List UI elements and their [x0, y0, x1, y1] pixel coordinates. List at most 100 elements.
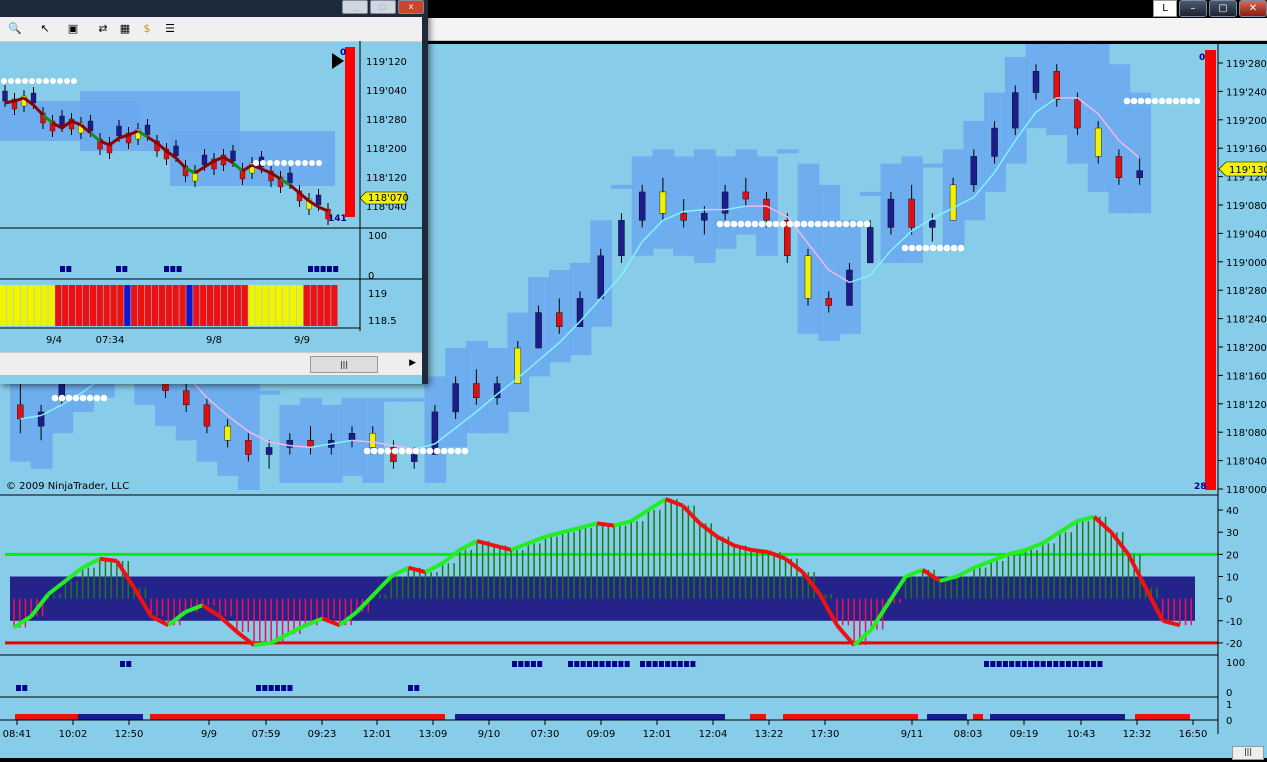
signal-dot	[744, 220, 752, 228]
mini-window-controls: _ □ x	[340, 0, 424, 14]
oscillator-line	[390, 565, 410, 579]
candle-body	[825, 298, 832, 306]
oscillator-line	[476, 539, 495, 548]
mini-candle-body	[2, 90, 8, 102]
mini-window-titlebar[interactable]: _ □ x	[0, 0, 428, 17]
candle-body	[949, 184, 957, 221]
close-button[interactable]: ✕	[1239, 0, 1267, 17]
mini-chart-window[interactable]: _ □ x 🔍 ↖ ▣ ⇄ ▦ $ ☰ 119'120 119'040 118'28…	[0, 0, 428, 384]
mini-candle-body	[59, 115, 65, 127]
signal-dot	[86, 394, 94, 402]
candle-body	[1053, 71, 1060, 100]
price-tick-label: 119'200	[1226, 116, 1267, 127]
candle-body	[970, 156, 978, 186]
mini-close-button[interactable]: x	[398, 0, 424, 14]
oscillator-line	[493, 543, 512, 552]
trend-bar	[990, 714, 1125, 720]
signal-dot	[723, 220, 731, 228]
indicator-square	[1021, 661, 1027, 667]
indicator-square	[1097, 661, 1103, 667]
mini-maximize-button[interactable]: □	[370, 0, 396, 14]
candle-body	[618, 220, 625, 257]
osc-tick-label: 20	[1226, 550, 1239, 561]
indicator-square	[646, 661, 652, 667]
mini-scrollbar[interactable]: ||| ▶	[0, 352, 422, 375]
trend-bar	[973, 714, 983, 720]
data-box-icon[interactable]: ⇄	[96, 22, 110, 36]
mini-signal-dot	[302, 160, 308, 166]
indicator-square	[408, 685, 413, 691]
candle-body	[991, 127, 998, 157]
candle-body	[659, 191, 667, 214]
mini-colored-bar	[82, 285, 90, 326]
mini-chart-svg: 119'120 119'040 118'280 118'200 118'120 118'0…	[0, 41, 422, 346]
indicator-square	[22, 685, 28, 691]
scroll-right-icon[interactable]: ▶	[409, 358, 416, 368]
mini-price-tick: 118'120	[366, 173, 407, 184]
magnifier-icon[interactable]: 🔍	[8, 22, 22, 36]
price-marker-label: 119'130	[1229, 165, 1267, 176]
signal-dot	[1172, 97, 1180, 105]
oscillator-line	[681, 504, 702, 525]
mini-colored-bar	[172, 285, 179, 326]
mini-colored-bar	[75, 285, 83, 326]
time-tick-label: 12:04	[699, 729, 728, 740]
mini-ma-segment	[317, 205, 329, 213]
mini-colored-bar	[227, 285, 234, 326]
mini-minimize-button[interactable]: _	[342, 0, 368, 14]
mini-signal-dot	[295, 160, 301, 166]
mini-ma-segment	[4, 99, 15, 105]
oscillator-line	[407, 565, 426, 575]
signal-dot	[828, 220, 836, 228]
mini-scroll-thumb[interactable]: |||	[310, 356, 378, 373]
candle-body	[763, 198, 770, 221]
properties-icon[interactable]: ☰	[163, 22, 177, 36]
mini-colored-bar	[131, 285, 138, 326]
price-tick-label: 118'280	[1226, 286, 1267, 297]
oscillator-line	[596, 521, 615, 528]
mini-candle-body	[287, 172, 293, 184]
currency-icon[interactable]: $	[140, 22, 154, 36]
zoom-box-icon[interactable]: ▣	[66, 22, 80, 36]
language-button[interactable]: L	[1153, 0, 1177, 17]
signal-dot	[419, 447, 427, 455]
mini-colored-bar	[0, 285, 7, 326]
signal-dot	[758, 220, 766, 228]
signal-dot	[412, 447, 420, 455]
oscillator-line	[904, 567, 924, 579]
mini-colored-bar	[248, 285, 255, 326]
price-tick-label: 119'000	[1226, 258, 1267, 269]
indicator-square	[1059, 661, 1065, 667]
mini-bar-tick: 119	[368, 289, 387, 300]
oscillator-line	[544, 530, 564, 539]
band-segment	[922, 163, 944, 168]
time-tick-label: 07:30	[531, 729, 560, 740]
minimize-button[interactable]: –	[1179, 0, 1207, 17]
chart-style-icon[interactable]: ▦	[118, 22, 132, 36]
oscillator-line	[613, 519, 632, 528]
cursor-icon[interactable]: ↖	[38, 22, 52, 36]
maximize-button[interactable]: ▢	[1209, 0, 1237, 17]
oscillator-line	[81, 557, 101, 570]
signal-dot	[72, 394, 80, 402]
mini-time-tick: 9/4	[46, 335, 62, 346]
oscillator-line	[1041, 530, 1061, 545]
mini-indicator-square	[308, 266, 313, 272]
mini-signal-dot	[71, 78, 77, 84]
oscillator-line	[424, 561, 444, 574]
trend-bar	[927, 714, 967, 720]
signal-dot	[950, 244, 958, 252]
candle-body	[1115, 156, 1123, 178]
ind3-tick-label: 1	[1226, 700, 1232, 711]
indicator-square	[1028, 661, 1034, 667]
candle-body	[265, 447, 273, 455]
candle-body	[908, 198, 915, 228]
mini-time-tick: 07:34	[96, 335, 125, 346]
candle-body	[1136, 170, 1143, 178]
signal-dot	[849, 220, 857, 228]
signal-dot	[751, 220, 759, 228]
mini-colored-bar	[6, 285, 14, 326]
mini-colored-bar	[41, 285, 48, 326]
mini-colored-bar	[282, 285, 290, 326]
mini-indicator-square	[170, 266, 176, 272]
